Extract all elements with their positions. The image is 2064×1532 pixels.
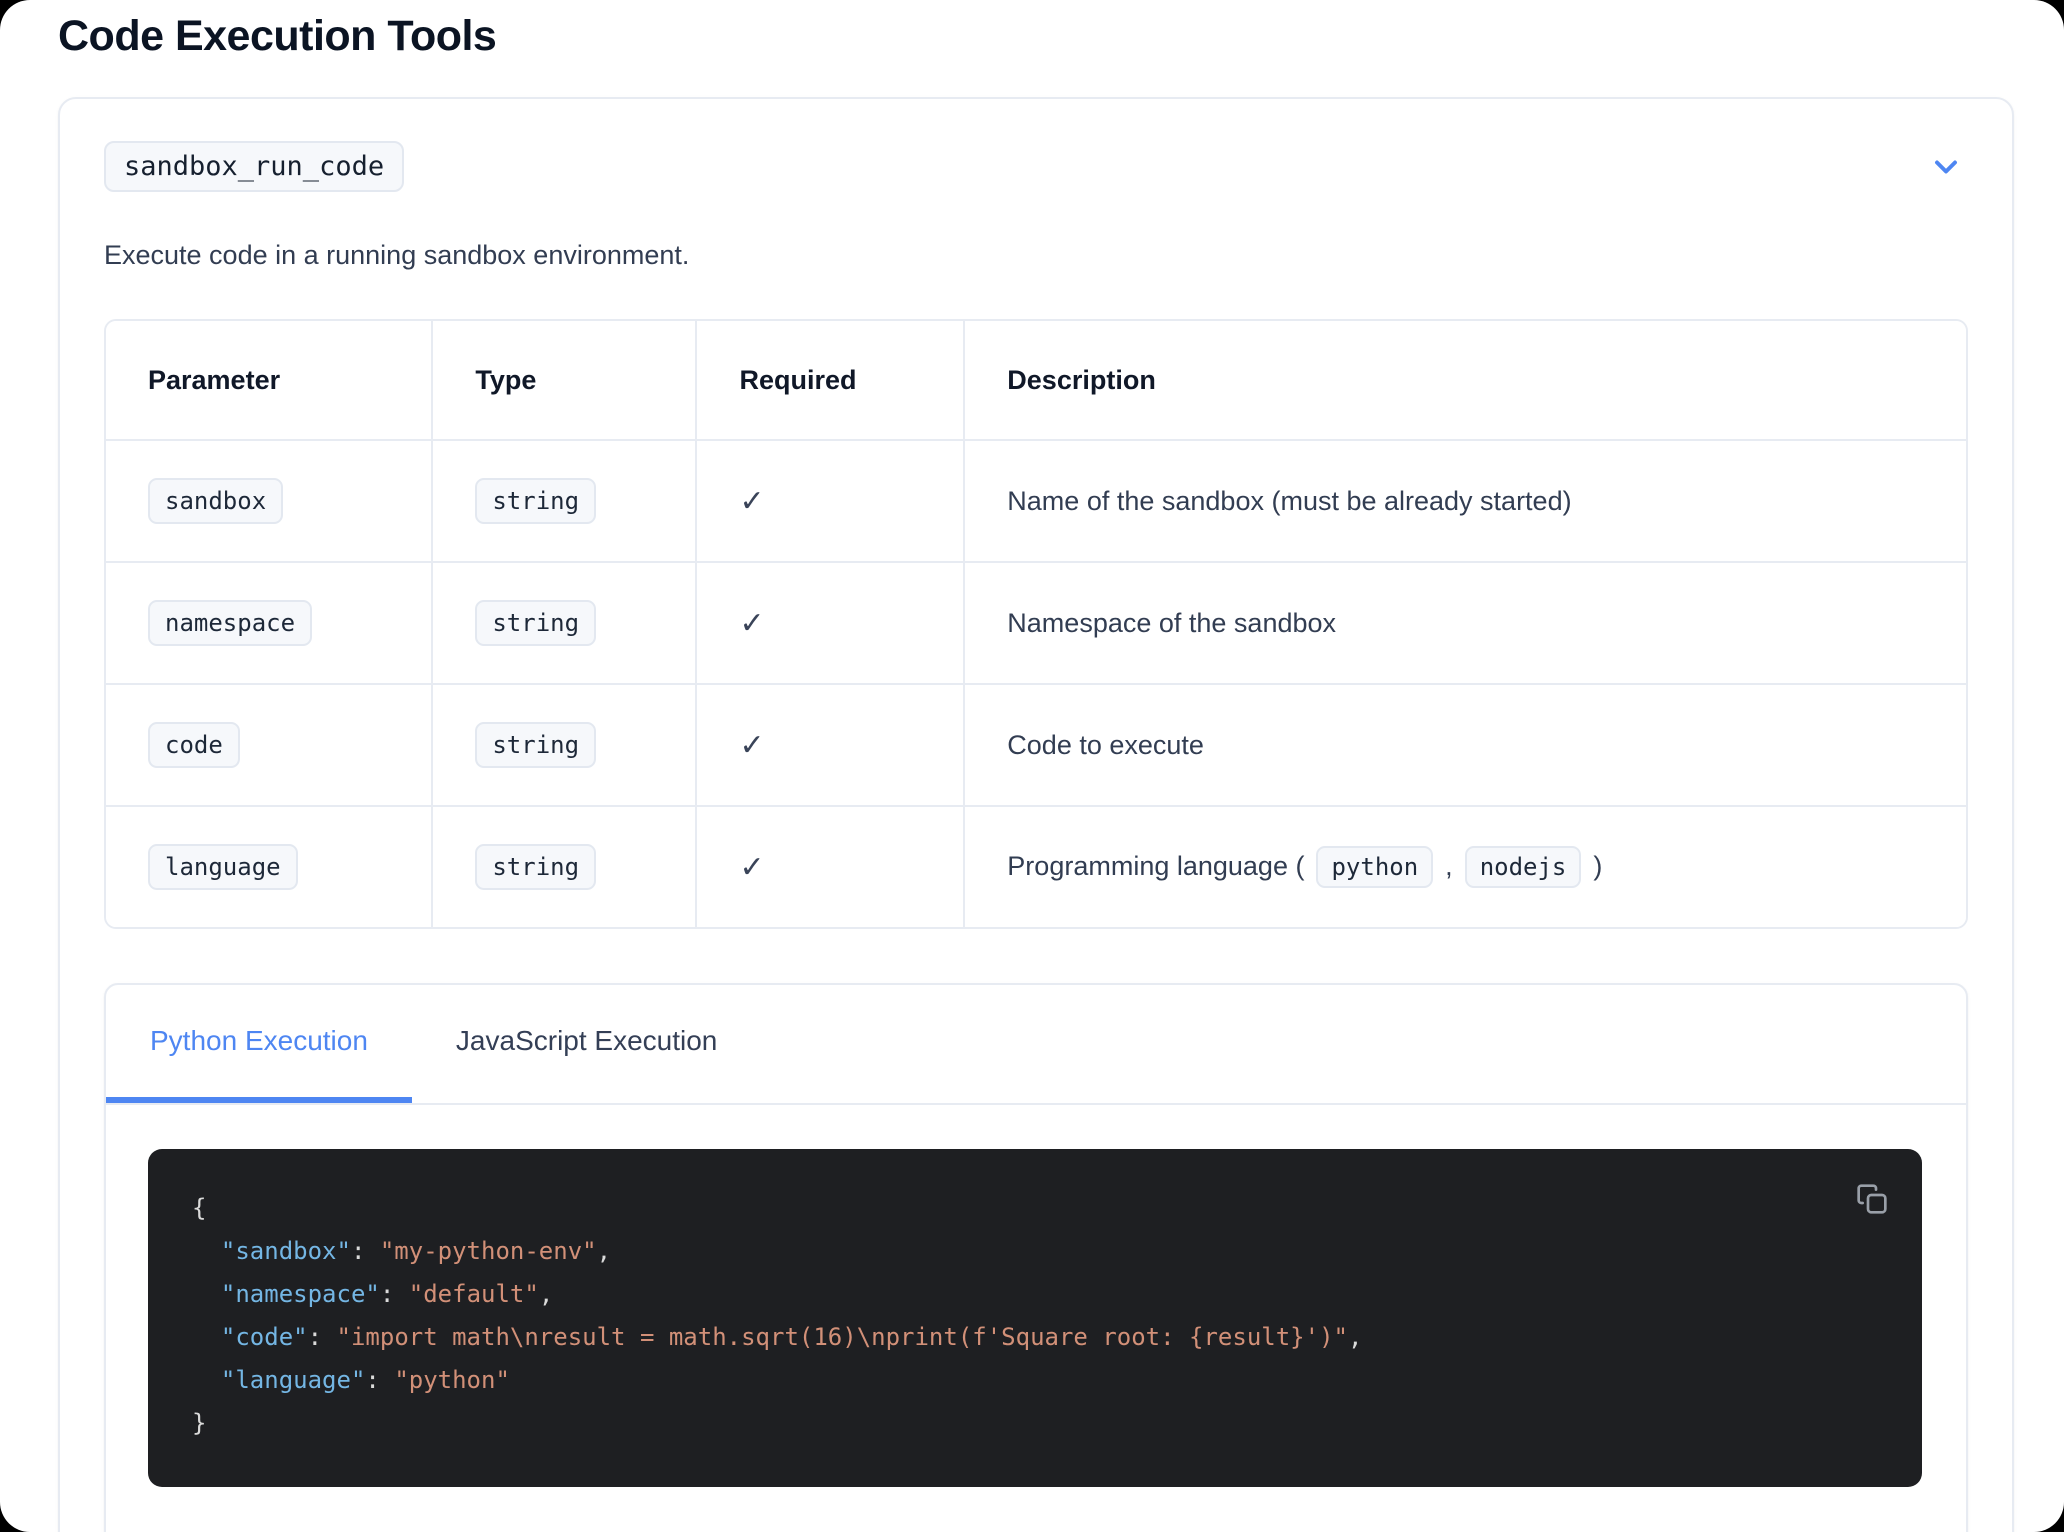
examples-card: Python ExecutionJavaScript Execution { "… — [104, 983, 1968, 1532]
copy-button[interactable] — [1850, 1177, 1894, 1221]
inline-code-badge: nodejs — [1465, 846, 1582, 888]
parameters-table: ParameterTypeRequiredDescription sandbox… — [104, 319, 1968, 929]
tool-description: Execute code in a running sandbox enviro… — [104, 240, 1968, 271]
parameter-cell: sandbox — [106, 441, 433, 563]
required-checkmark: ✓ — [739, 485, 764, 518]
code-block: { "sandbox": "my-python-env", "namespace… — [148, 1149, 1922, 1487]
inline-code-badge: python — [1316, 846, 1433, 888]
description-text: Code to execute — [1007, 730, 1204, 760]
code-line: "sandbox": "my-python-env", — [192, 1230, 1878, 1273]
parameter-cell: code — [106, 685, 433, 807]
parameter-badge: namespace — [148, 600, 312, 646]
parameter-badge: code — [148, 722, 240, 768]
code-content: { "sandbox": "my-python-env", "namespace… — [192, 1187, 1878, 1445]
table-row: namespace string ✓ Namespace of the sandbox — [106, 563, 1966, 685]
table-row: code string ✓ Code to execute — [106, 685, 1966, 807]
parameter-cell: language — [106, 807, 433, 927]
required-checkmark: ✓ — [739, 607, 764, 640]
type-cell: string — [433, 685, 697, 807]
column-header: Required — [697, 321, 965, 441]
code-line: { — [192, 1187, 1878, 1230]
description-cell: Name of the sandbox (must be already sta… — [965, 441, 1966, 563]
tool-name-badge: sandbox_run_code — [104, 141, 404, 192]
type-badge: string — [475, 844, 596, 890]
description-text: Programming language ( — [1007, 851, 1304, 881]
required-checkmark: ✓ — [739, 851, 764, 884]
required-cell: ✓ — [697, 563, 965, 685]
description-cell: Programming language ( python, nodejs) — [965, 807, 1966, 927]
code-line: "language": "python" — [192, 1359, 1878, 1402]
type-cell: string — [433, 807, 697, 927]
column-header: Type — [433, 321, 697, 441]
description-text: , — [1445, 851, 1453, 881]
required-cell: ✓ — [697, 807, 965, 927]
column-header: Parameter — [106, 321, 433, 441]
description-cell: Code to execute — [965, 685, 1966, 807]
tool-card-header: sandbox_run_code — [104, 141, 1968, 192]
tool-card: sandbox_run_code Execute code in a runni… — [58, 97, 2014, 1532]
required-cell: ✓ — [697, 441, 965, 563]
table-row: sandbox string ✓ Name of the sandbox (must … — [106, 441, 1966, 563]
type-badge: string — [475, 722, 596, 768]
parameter-badge: language — [148, 844, 298, 890]
required-cell: ✓ — [697, 685, 965, 807]
description-text: Name of the sandbox (must be already sta… — [1007, 486, 1571, 516]
type-badge: string — [475, 478, 596, 524]
table-header-row: ParameterTypeRequiredDescription — [106, 321, 1966, 441]
tab-javascript-execution[interactable]: JavaScript Execution — [412, 985, 761, 1103]
type-badge: string — [475, 600, 596, 646]
page: Code Execution Tools sandbox_run_code Ex… — [0, 0, 2064, 1532]
tab-panel-python-execution: { "sandbox": "my-python-env", "namespace… — [106, 1105, 1966, 1532]
required-checkmark: ✓ — [739, 729, 764, 762]
column-header: Description — [965, 321, 1966, 441]
copy-icon — [1856, 1183, 1888, 1215]
code-line: "code": "import math\nresult = math.sqrt… — [192, 1316, 1878, 1359]
code-line: "namespace": "default", — [192, 1273, 1878, 1316]
description-text: Namespace of the sandbox — [1007, 608, 1336, 638]
tab-python-execution[interactable]: Python Execution — [106, 985, 412, 1103]
code-line: } — [192, 1402, 1878, 1445]
page-title: Code Execution Tools — [0, 0, 2064, 61]
parameter-cell: namespace — [106, 563, 433, 685]
parameter-badge: sandbox — [148, 478, 283, 524]
chevron-down-icon — [1928, 149, 1964, 185]
type-cell: string — [433, 441, 697, 563]
description-text: ) — [1593, 851, 1602, 881]
type-cell: string — [433, 563, 697, 685]
collapse-toggle-button[interactable] — [1924, 145, 1968, 189]
tab-bar: Python ExecutionJavaScript Execution — [106, 985, 1966, 1105]
description-cell: Namespace of the sandbox — [965, 563, 1966, 685]
table-row: language string ✓ Programming language ( pyt… — [106, 807, 1966, 927]
